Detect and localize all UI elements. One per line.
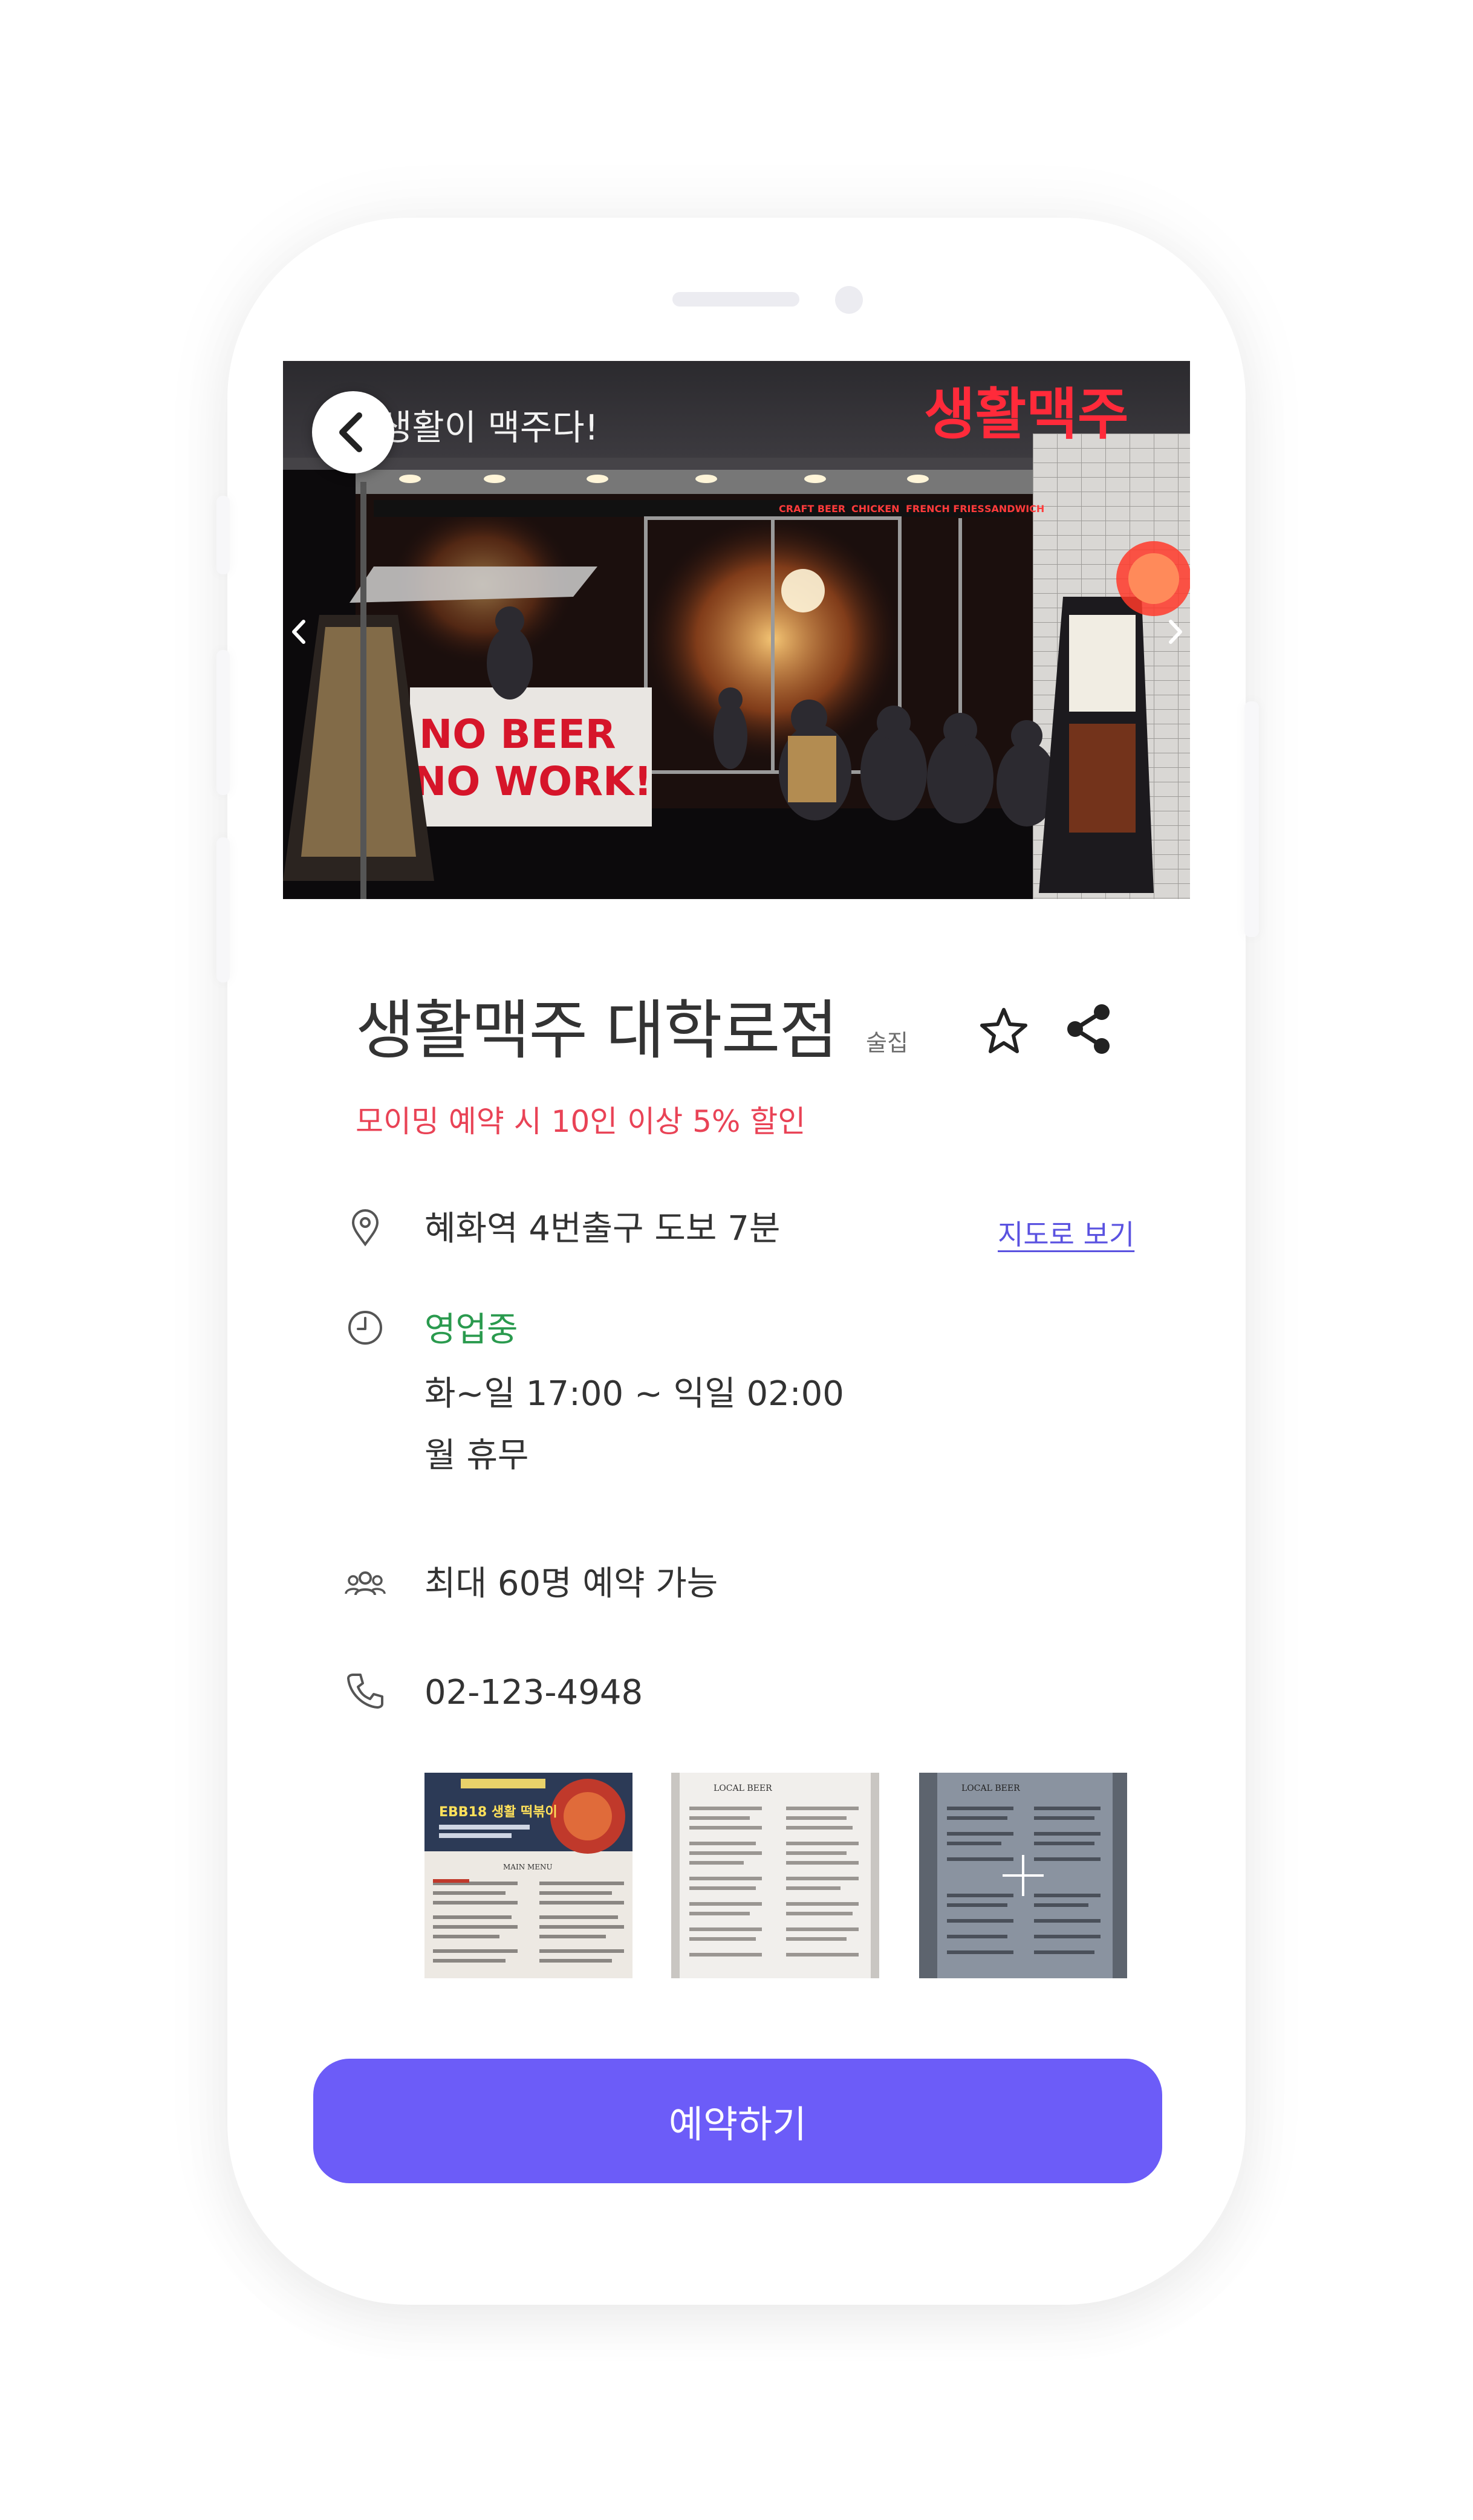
star-icon bbox=[980, 1008, 1027, 1053]
promo-text: 모이밍 예약 시 10인 이상 5% 할인 bbox=[356, 1104, 806, 1139]
menu-strip-label: CHICKEN bbox=[851, 503, 900, 515]
side-button-power bbox=[1244, 701, 1259, 937]
prev-photo-button[interactable] bbox=[284, 611, 314, 653]
location-pin-icon bbox=[345, 1207, 386, 1248]
menu-heading: LOCAL BEER bbox=[961, 1784, 1020, 1793]
store-photo[interactable]: CRAFT BEER CHICKEN FRENCH FRIES SANDWICH… bbox=[283, 361, 1190, 899]
more-photos-button[interactable]: LOCAL BEER bbox=[919, 1773, 1127, 1978]
chevron-left-icon bbox=[292, 620, 305, 644]
menu-strip-label: FRENCH FRIES bbox=[906, 503, 984, 515]
menu-photo[interactable]: LOCAL BEER bbox=[671, 1773, 879, 1978]
menu-strip-label: CRAFT BEER bbox=[779, 503, 845, 515]
next-photo-button[interactable] bbox=[1160, 611, 1190, 653]
banner-text: NO WORK! bbox=[413, 758, 652, 805]
capacity-text: 최대 60명 예약 가능 bbox=[424, 1564, 718, 1603]
neon-sign: 생활맥주 bbox=[924, 382, 1129, 447]
menu-banner-text: EBB18 생활 떡볶이 bbox=[439, 1805, 558, 1820]
store-name: 생활맥주 대학로점 bbox=[356, 993, 838, 1068]
speaker bbox=[672, 292, 799, 307]
menu-heading: LOCAL BEER bbox=[714, 1784, 772, 1793]
closed-day: 월 휴무 bbox=[424, 1436, 529, 1475]
slogan-sign: 생활이 맥주다! bbox=[380, 407, 599, 448]
favorite-button[interactable] bbox=[977, 1004, 1031, 1058]
location-text: 혜화역 4번출구 도보 7분 bbox=[424, 1209, 781, 1249]
phone-icon bbox=[345, 1670, 386, 1711]
chevron-left-icon bbox=[339, 412, 362, 452]
open-status: 영업중 bbox=[424, 1310, 518, 1349]
phone-number[interactable]: 02-123-4948 bbox=[424, 1670, 643, 1716]
side-button-volume-up bbox=[216, 650, 230, 795]
people-icon bbox=[345, 1564, 386, 1605]
clock-icon bbox=[345, 1307, 386, 1348]
reserve-button[interactable]: 예약하기 bbox=[313, 2059, 1162, 2183]
store-category: 술집 bbox=[866, 1030, 908, 1056]
menu-strip-label: SANDWICH bbox=[984, 503, 1044, 515]
menu-photo[interactable]: EBB18 생활 떡볶이 MAIN MENU bbox=[424, 1773, 632, 1978]
view-map-link[interactable]: 지도로 보기 bbox=[998, 1216, 1134, 1253]
side-button-volume-down bbox=[216, 837, 230, 982]
back-button[interactable] bbox=[312, 391, 394, 473]
banner-text: NO BEER bbox=[419, 711, 616, 758]
front-camera bbox=[835, 286, 863, 314]
share-icon bbox=[1067, 1004, 1110, 1054]
side-button-mute bbox=[216, 496, 230, 574]
menu-heading: MAIN MENU bbox=[503, 1863, 553, 1871]
chevron-right-icon bbox=[1169, 620, 1182, 644]
business-hours: 화~일 17:00 ~ 익일 02:00 bbox=[424, 1374, 844, 1414]
share-button[interactable] bbox=[1058, 999, 1119, 1059]
